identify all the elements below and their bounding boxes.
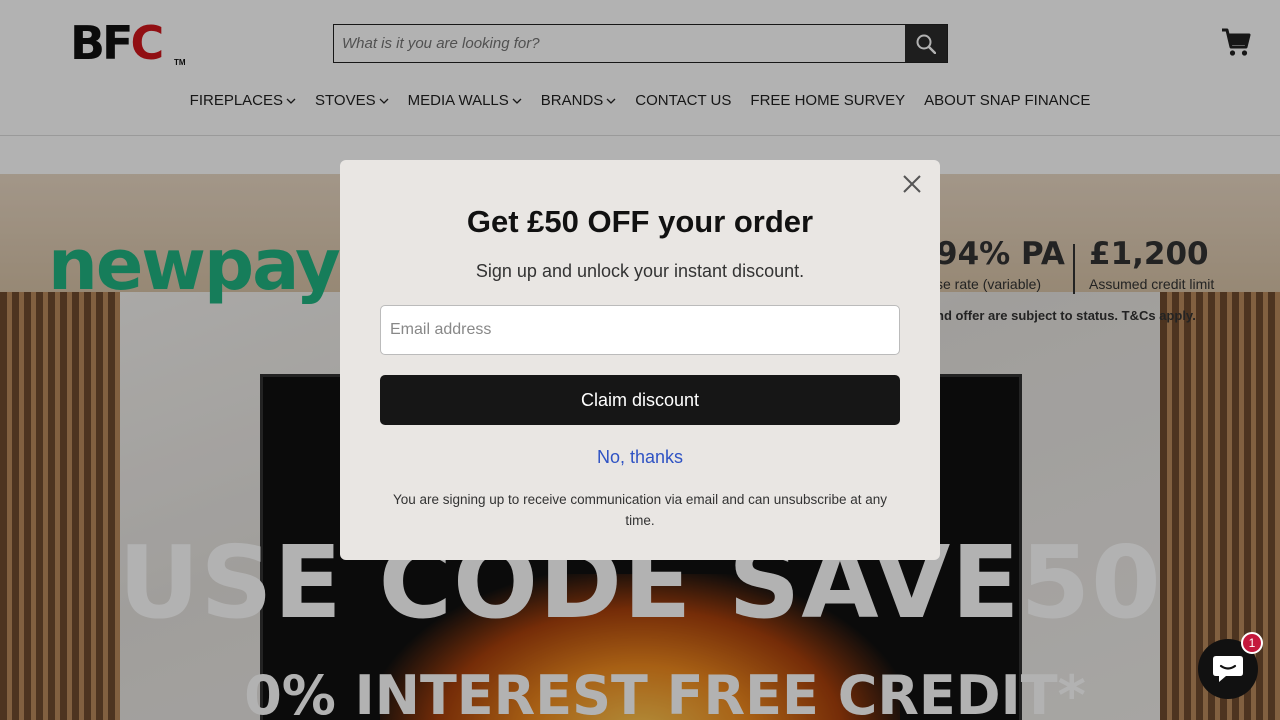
claim-discount-button[interactable]: Claim discount (380, 375, 900, 425)
chat-icon (1213, 656, 1243, 682)
no-thanks-link[interactable]: No, thanks (340, 447, 940, 468)
email-field[interactable] (380, 305, 900, 355)
close-icon[interactable] (900, 172, 924, 196)
popup-title: Get £50 OFF your order (466, 204, 814, 239)
popup-subtitle: Sign up and unlock your instant discount… (475, 261, 805, 281)
chat-notification-badge: 1 (1241, 632, 1263, 654)
discount-popup: Get £50 OFF your order Sign up and unloc… (340, 160, 940, 560)
legal-text: You are signing up to receive communicat… (392, 492, 888, 528)
